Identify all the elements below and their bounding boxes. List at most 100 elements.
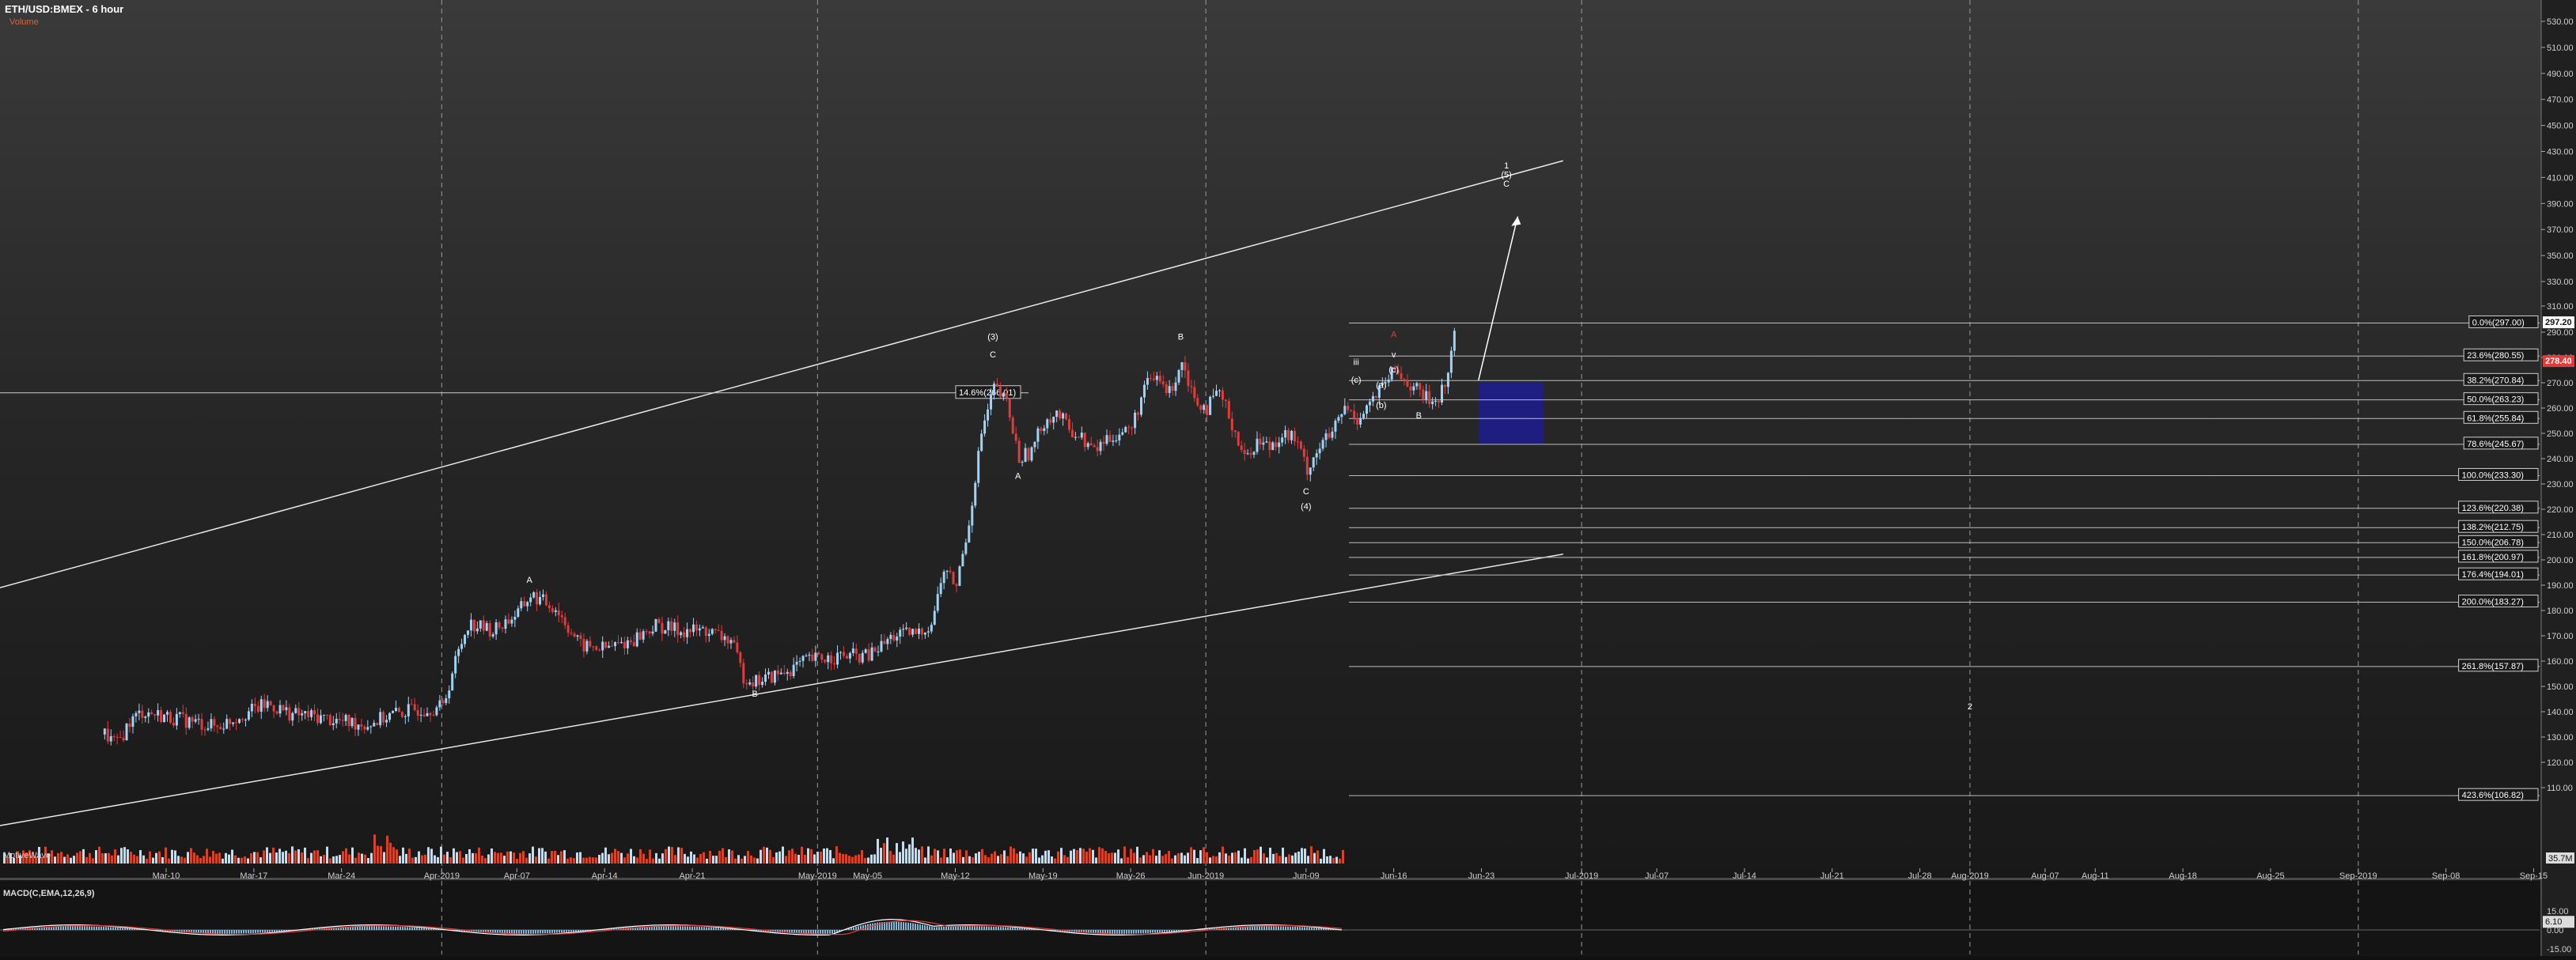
candle xyxy=(1325,433,1328,440)
candle xyxy=(1059,410,1061,418)
macd-histogram-bar xyxy=(426,928,427,930)
candle xyxy=(1406,380,1408,387)
macd-histogram-bar xyxy=(222,930,223,934)
price-chart[interactable]: Mar-10Mar-17Mar-24Apr-2019Apr-07Apr-14Ap… xyxy=(0,0,2576,956)
chart-area[interactable]: Mar-10Mar-17Mar-24Apr-2019Apr-07Apr-14Ap… xyxy=(0,0,2576,956)
candle xyxy=(238,719,241,723)
volume-bar xyxy=(886,837,888,864)
macd-histogram-bar xyxy=(979,926,980,930)
candle xyxy=(129,724,131,727)
macd-histogram-bar xyxy=(400,927,401,930)
macd-histogram-bar xyxy=(691,927,693,930)
volume-bar xyxy=(1152,849,1154,864)
macd-histogram-bar xyxy=(535,930,536,934)
macd-title: MACD(C,EMA,12,26,9) xyxy=(3,889,95,898)
candle xyxy=(940,583,942,594)
volume-bar xyxy=(883,843,885,864)
candle xyxy=(858,654,861,663)
volume-bar xyxy=(835,846,838,864)
macd-histogram-bar xyxy=(1166,930,1168,932)
volume-bar xyxy=(1060,848,1063,864)
volume-bar xyxy=(174,850,176,864)
macd-histogram-bar xyxy=(390,927,392,930)
macd-histogram-bar xyxy=(658,926,660,930)
volume-bar xyxy=(981,849,983,864)
macd-histogram-bar xyxy=(238,930,240,934)
macd-histogram-bar xyxy=(568,930,570,932)
wave-label: (a) xyxy=(1376,380,1386,390)
macd-histogram-bar xyxy=(1021,928,1023,930)
candle xyxy=(577,636,579,637)
volume-bar xyxy=(1190,847,1192,864)
fib-level-label: 61.8%(255.84) xyxy=(2467,414,2524,423)
volume-bar xyxy=(1006,856,1009,864)
candle xyxy=(342,720,344,721)
volume-bar xyxy=(82,849,85,864)
macd-histogram-bar xyxy=(250,930,252,933)
volume-bar xyxy=(579,852,581,864)
candle xyxy=(144,716,146,718)
candle xyxy=(1015,434,1017,441)
volume-bar xyxy=(927,846,930,864)
volume-bar xyxy=(528,853,531,864)
fib-level-label: 38.2%(270.84) xyxy=(2467,376,2524,385)
candle xyxy=(589,641,591,646)
candle xyxy=(1162,381,1165,384)
volume-bar xyxy=(475,853,477,864)
candle xyxy=(1036,429,1039,442)
volume-bar xyxy=(905,849,907,864)
candle xyxy=(1369,402,1371,406)
projection-arrow-head xyxy=(1511,217,1521,226)
candle xyxy=(614,642,616,646)
candle xyxy=(1021,462,1024,463)
volume-bar xyxy=(304,848,306,864)
macd-histogram-bar xyxy=(820,930,821,934)
candle xyxy=(786,672,789,674)
macd-histogram-bar xyxy=(727,928,729,930)
macd-histogram-bar xyxy=(1161,930,1163,932)
macd-histogram-bar xyxy=(1164,930,1165,932)
macd-histogram-bar xyxy=(264,930,266,932)
volume-bar xyxy=(696,858,699,864)
volume-bar xyxy=(573,858,575,864)
volume-bar xyxy=(161,857,164,864)
macd-histogram-bar xyxy=(1320,928,1322,930)
candle xyxy=(1081,433,1083,437)
volume-bar xyxy=(538,849,540,864)
macd-histogram-bar xyxy=(528,930,529,934)
macd-histogram-bar xyxy=(1154,930,1156,932)
candle xyxy=(608,646,610,648)
volume-bar xyxy=(940,857,942,864)
macd-histogram-bar xyxy=(926,926,928,930)
volume-bar xyxy=(646,859,648,864)
candle xyxy=(110,736,112,742)
x-tick-label: May-19 xyxy=(1029,871,1058,881)
candle xyxy=(1131,428,1133,429)
macd-histogram-bar xyxy=(919,924,921,930)
volume-bar xyxy=(332,856,335,864)
candle xyxy=(889,635,892,639)
macd-histogram-bar xyxy=(972,926,973,930)
candle xyxy=(219,727,222,729)
macd-histogram-bar xyxy=(124,928,126,930)
macd-histogram-bar xyxy=(893,922,895,930)
macd-histogram-bar xyxy=(532,930,534,934)
candle xyxy=(949,571,952,573)
candle xyxy=(1247,453,1249,454)
candle xyxy=(1212,396,1214,397)
macd-histogram-bar xyxy=(934,928,935,931)
macd-histogram-bar xyxy=(900,922,902,930)
volume-bar xyxy=(285,851,287,864)
volume-bar xyxy=(570,857,572,864)
macd-histogram-bar xyxy=(385,926,387,930)
volume-bar xyxy=(237,858,240,864)
volume-bar xyxy=(1092,850,1094,864)
volume-bar xyxy=(158,852,161,864)
fib-level-label: 23.6%(280.55) xyxy=(2467,351,2524,361)
candle xyxy=(191,717,194,721)
macd-histogram-bar xyxy=(850,928,852,930)
candle xyxy=(799,661,801,662)
candle xyxy=(104,728,106,734)
volume-bar xyxy=(1332,858,1335,864)
candle xyxy=(169,712,172,723)
